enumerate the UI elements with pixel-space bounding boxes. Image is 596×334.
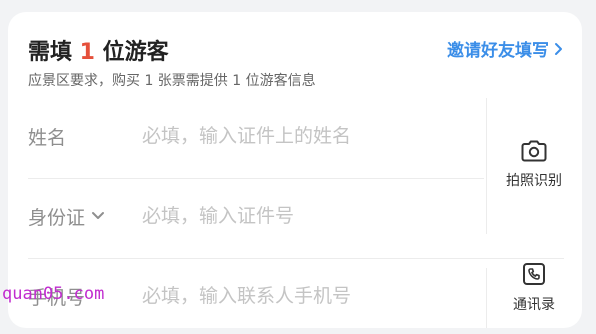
id-row: 身份证 <box>28 178 484 254</box>
camera-icon <box>521 140 547 162</box>
id-number-input[interactable] <box>142 205 484 227</box>
name-input[interactable] <box>142 125 484 147</box>
invite-friend-button[interactable]: 邀请好友填写 <box>447 36 564 61</box>
tourist-info-card: 需填 1 位游客 邀请好友填写 应景区要求，购买 1 张票需提供 1 位游客信息… <box>8 12 582 328</box>
title-prefix: 需填 <box>28 40 80 65</box>
id-type-label: 身份证 <box>28 206 86 229</box>
phone-book-icon <box>523 263 545 285</box>
tourist-count: 1 <box>79 40 95 65</box>
id-type-selector[interactable]: 身份证 <box>28 203 142 230</box>
chevron-right-icon <box>555 42 562 55</box>
requirement-note: 应景区要求，购买 1 张票需提供 1 位游客信息 <box>28 73 316 89</box>
watermark: quan05.com <box>2 284 105 304</box>
contacts-label: 通讯录 <box>513 297 555 313</box>
photo-scan-label: 拍照识别 <box>506 173 562 189</box>
chevron-down-icon <box>92 212 105 219</box>
name-row: 姓名 <box>28 98 484 174</box>
contacts-button[interactable]: 通讯录 <box>486 262 582 314</box>
invite-label: 邀请好友填写 <box>447 41 549 61</box>
photo-scan-button[interactable]: 拍照识别 <box>486 140 582 190</box>
name-label: 姓名 <box>28 126 67 149</box>
title-suffix: 位游客 <box>94 40 169 65</box>
phone-input[interactable] <box>142 285 484 307</box>
page-title: 需填 1 位游客 <box>28 34 169 66</box>
